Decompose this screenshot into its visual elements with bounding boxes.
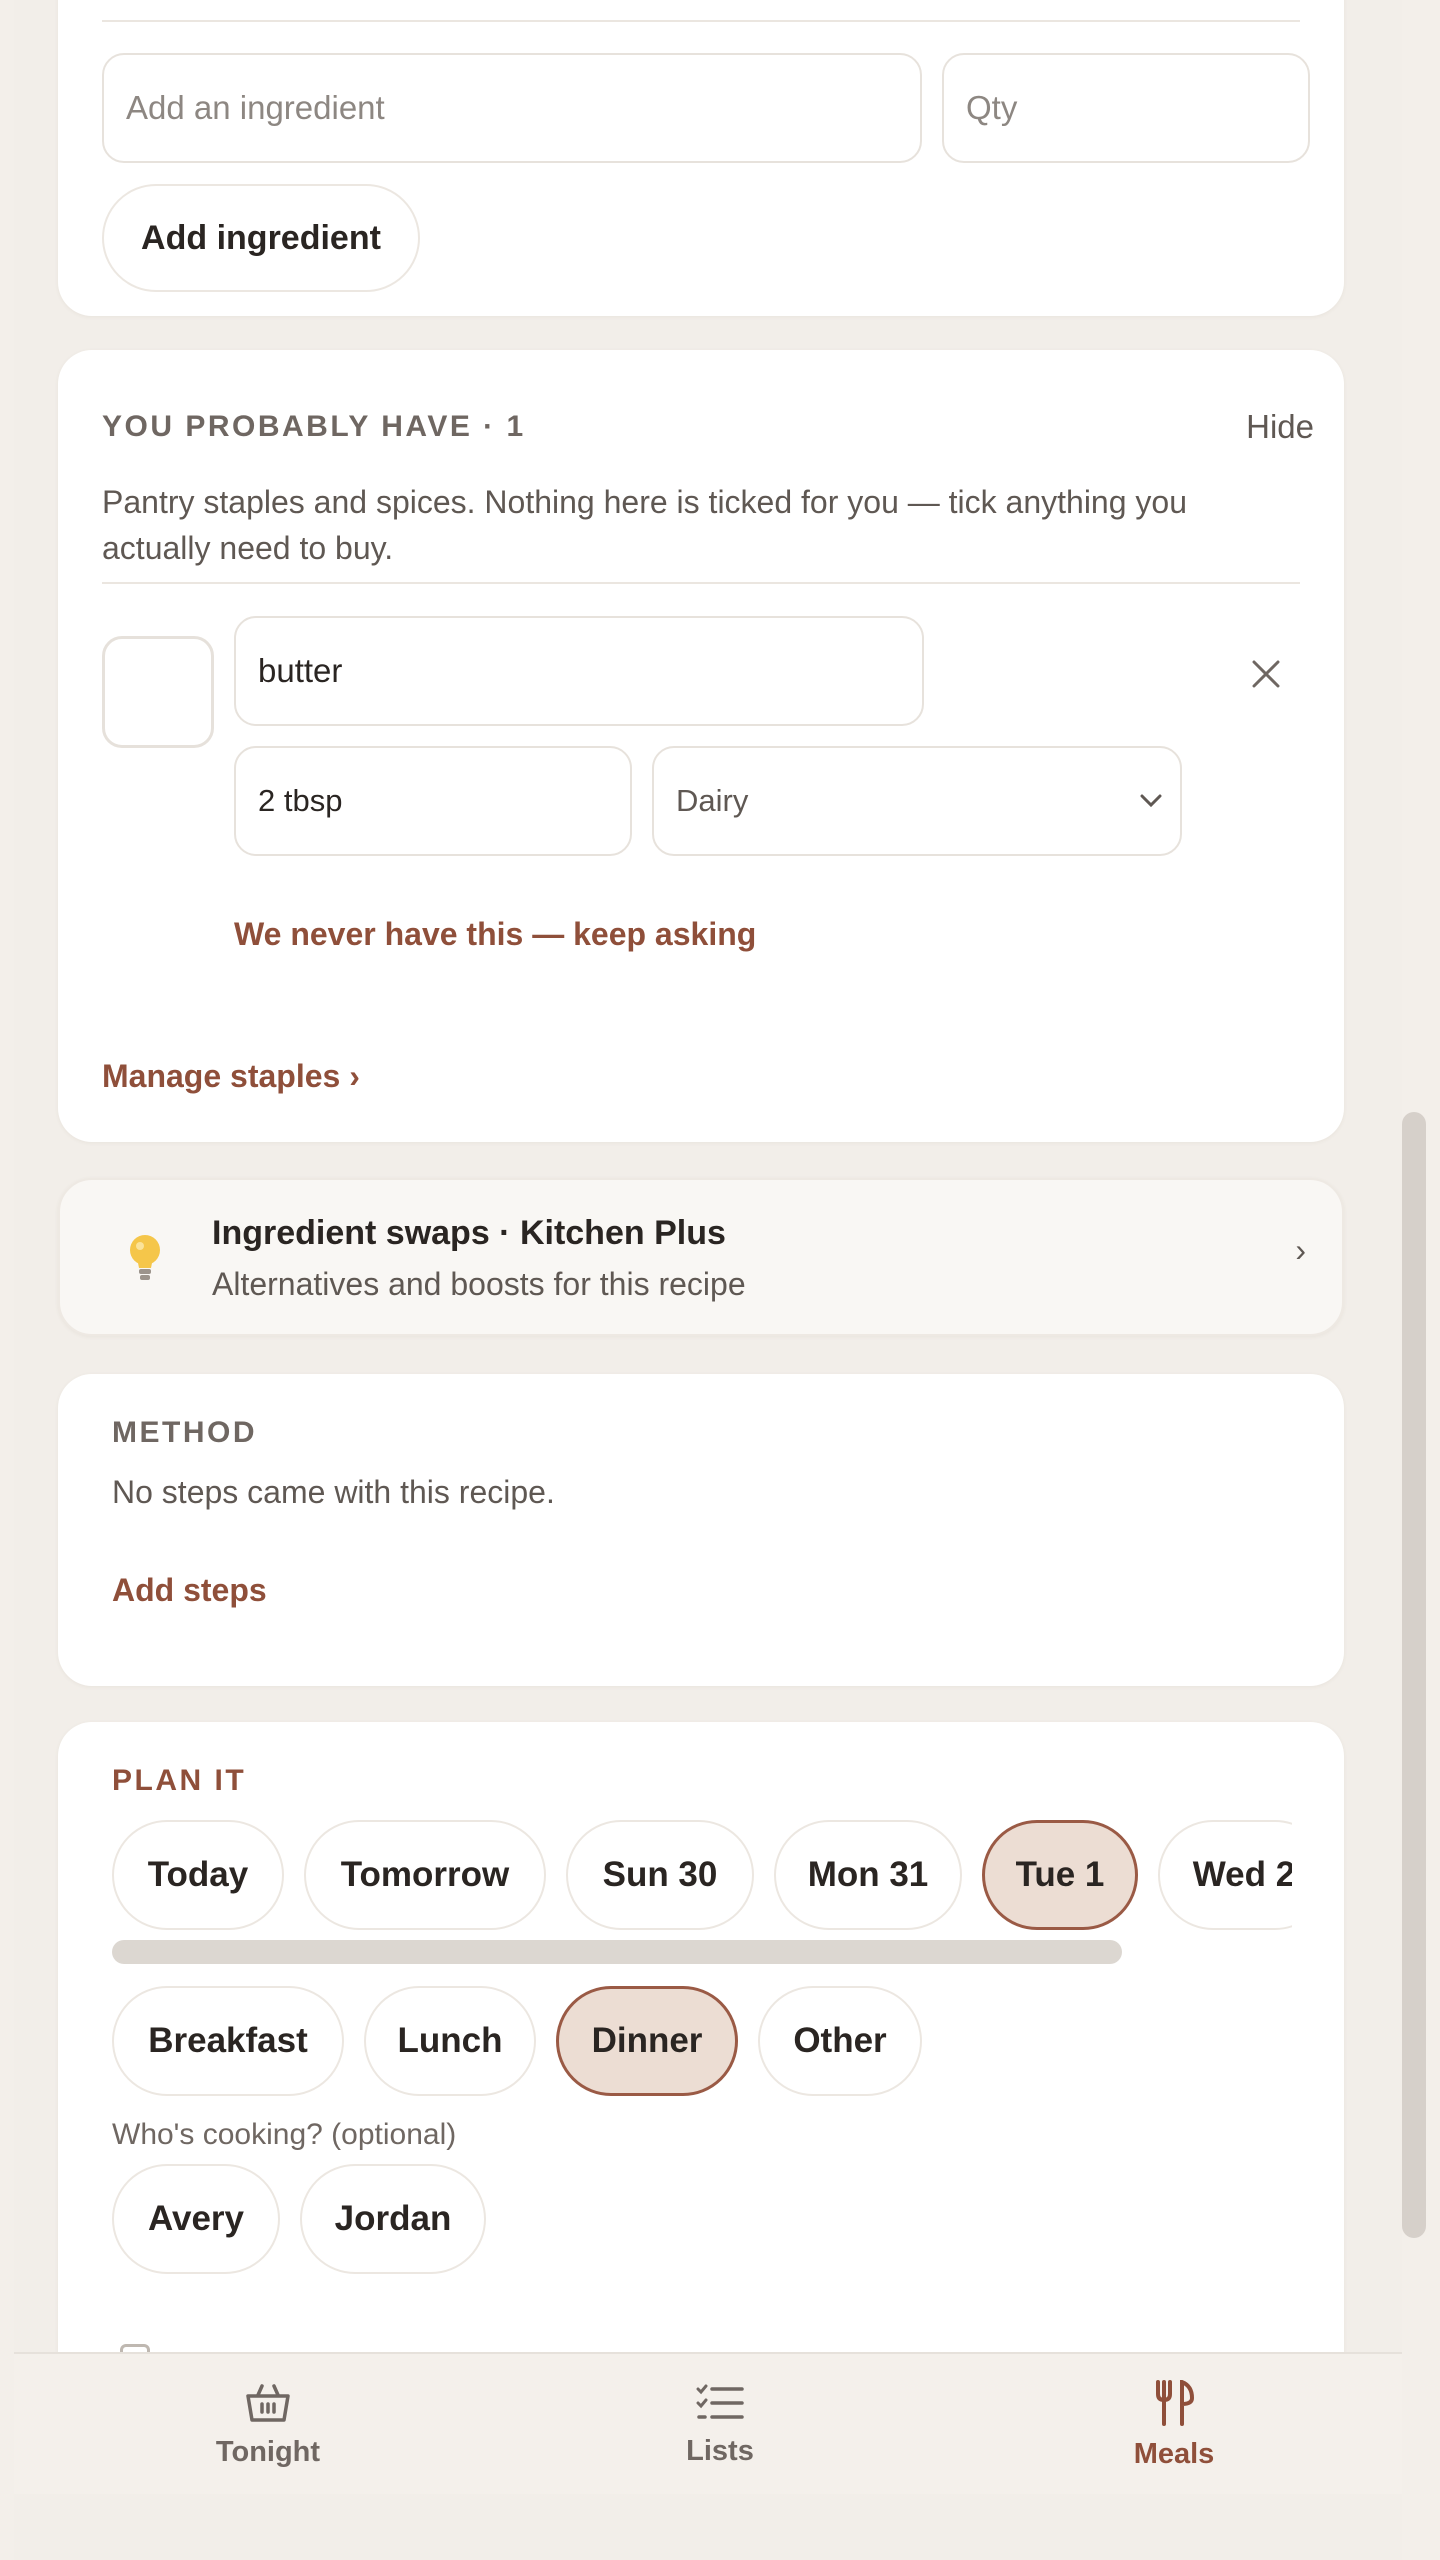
add-ingredient-button[interactable]: Add ingredient <box>102 184 420 292</box>
day-scroller-scrollbar[interactable] <box>112 1940 1122 1964</box>
meal-chip-lunch[interactable]: Lunch <box>364 1986 536 2096</box>
nav-meals-label: Meals <box>1133 2437 1215 2470</box>
remove-staple-button[interactable] <box>1238 646 1294 702</box>
chevron-right-icon: › <box>1295 1232 1306 1268</box>
day-chip-tue-1[interactable]: Tue 1 <box>982 1820 1138 1930</box>
staples-heading: YOU PROBABLY HAVE · 1 <box>102 410 526 443</box>
lightbulb-icon <box>130 1235 160 1280</box>
nav-meals[interactable]: Meals <box>1024 2354 1324 2496</box>
plan-heading: PLAN IT <box>112 1764 247 1797</box>
ingredients-card: Add an ingredient Qty Add ingredient <box>58 0 1344 316</box>
plan-card: PLAN IT Today Tomorrow Sun 30 Mon 31 Tue… <box>58 1722 1344 2422</box>
hide-button[interactable]: Hide <box>1246 408 1314 446</box>
cutlery-icon <box>1156 2379 1195 2426</box>
add-steps-link[interactable]: Add steps <box>112 1572 267 1609</box>
day-chip-mon-31[interactable]: Mon 31 <box>774 1820 962 1930</box>
day-chip-tomorrow[interactable]: Tomorrow <box>304 1820 546 1930</box>
nav-tonight[interactable]: Tonight <box>118 2354 418 2496</box>
ingredient-qty-input[interactable]: Qty <box>942 53 1310 163</box>
staples-card: YOU PROBABLY HAVE · 1 Hide Pantry staple… <box>58 350 1344 1142</box>
staple-name-input[interactable]: butter <box>234 616 924 726</box>
staples-description-line-2: actually need to buy. <box>102 530 394 566</box>
close-icon <box>1252 660 1280 688</box>
checklist-icon <box>696 2384 744 2419</box>
cook-chip-jordan[interactable]: Jordan <box>300 2164 486 2274</box>
swaps-card[interactable]: Ingredient swaps · Kitchen Plus Alternat… <box>58 1178 1344 1336</box>
meal-chip-dinner[interactable]: Dinner <box>556 1986 738 2096</box>
method-heading: METHOD <box>112 1416 257 1449</box>
divider <box>102 582 1300 584</box>
chevron-down-icon <box>1140 794 1162 808</box>
staple-qty-input[interactable]: 2 tbsp <box>234 746 632 856</box>
staple-category-value: Dairy <box>676 783 749 818</box>
nav-lists[interactable]: Lists <box>570 2354 870 2496</box>
day-chip-wed-2[interactable]: Wed 2 <box>1158 1820 1292 1930</box>
never-have-link[interactable]: We never have this — keep asking <box>234 916 756 953</box>
nav-lists-label: Lists <box>686 2434 754 2467</box>
cook-prompt: Who's cooking? (optional) <box>112 2118 457 2151</box>
cook-chip-avery[interactable]: Avery <box>112 2164 280 2274</box>
divider <box>102 20 1300 22</box>
staple-checkbox[interactable] <box>102 636 214 748</box>
method-card: METHOD No steps came with this recipe. A… <box>58 1374 1344 1686</box>
method-empty-text: No steps came with this recipe. <box>112 1474 555 1510</box>
day-chip-sun-30[interactable]: Sun 30 <box>566 1820 754 1930</box>
basket-icon <box>246 2383 290 2422</box>
staple-category-select[interactable]: Dairy <box>652 746 1182 856</box>
nav-tonight-label: Tonight <box>215 2435 321 2468</box>
swaps-subtitle: Alternatives and boosts for this recipe <box>212 1266 746 1302</box>
swaps-title: Ingredient swaps · Kitchen Plus <box>212 1214 726 1252</box>
page-scrollbar[interactable] <box>1402 1112 1426 2238</box>
manage-staples-link[interactable]: Manage staples › <box>102 1058 360 1095</box>
day-chip-today[interactable]: Today <box>112 1820 284 1930</box>
meal-chip-other[interactable]: Other <box>758 1986 922 2096</box>
bottom-nav: Tonight Lists Meals <box>14 2352 1402 2494</box>
day-scroller[interactable]: Today Tomorrow Sun 30 Mon 31 Tue 1 Wed 2 <box>112 1818 1292 1934</box>
meal-chip-breakfast[interactable]: Breakfast <box>112 1986 344 2096</box>
ingredient-name-input[interactable]: Add an ingredient <box>102 53 922 163</box>
staples-description-line-1: Pantry staples and spices. Nothing here … <box>102 484 1187 520</box>
